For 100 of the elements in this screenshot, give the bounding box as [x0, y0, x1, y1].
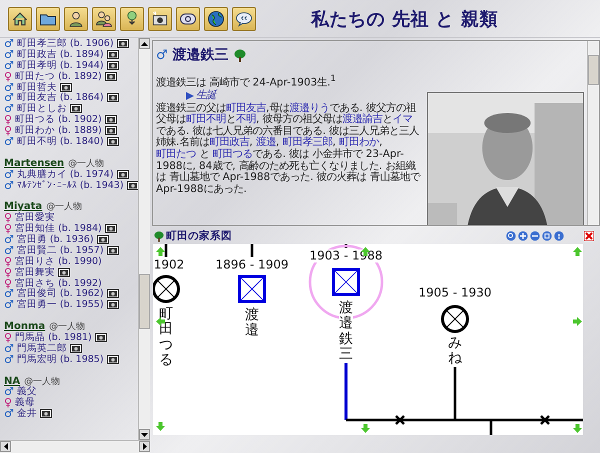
person-link[interactable]: 宮田賢二 (b. 1957): [16, 244, 104, 257]
search-icon[interactable]: [506, 231, 516, 241]
person-link[interactable]: 金井: [16, 407, 37, 420]
surname-link[interactable]: NA: [4, 376, 20, 387]
scrollbar-thumb[interactable]: [139, 274, 150, 329]
scrollbar-thumb[interactable]: [588, 55, 599, 85]
person-link[interactable]: 町田孝三郎: [282, 136, 333, 148]
person-link[interactable]: 町田政吉: [209, 136, 250, 148]
male-node[interactable]: [238, 275, 266, 303]
camera-icon[interactable]: [96, 234, 109, 244]
camera-icon[interactable]: [106, 300, 119, 310]
camera-icon[interactable]: [116, 170, 129, 179]
up-arrow-icon[interactable]: [141, 42, 148, 46]
person-link[interactable]: 町田政吉 (b. 1894): [16, 48, 104, 61]
camera-icon[interactable]: [116, 38, 129, 48]
close-icon[interactable]: [584, 231, 594, 241]
person-link[interactable]: 宮田勇 (b. 1936): [16, 232, 94, 246]
person-link[interactable]: 宮田俊司 (b. 1962): [16, 287, 104, 300]
camera-icon[interactable]: [58, 268, 70, 277]
camera-icon[interactable]: [104, 115, 117, 124]
person-link[interactable]: 渡邉: [256, 136, 276, 148]
person-link[interactable]: 不明: [236, 113, 256, 126]
gender-symbol: ♀: [4, 70, 12, 82]
person-link[interactable]: 町田としお: [16, 102, 67, 116]
person-link[interactable]: 門馬宏明 (b. 1985): [16, 352, 104, 366]
right-arrow-icon[interactable]: [142, 443, 146, 450]
surname-link[interactable]: Martensen: [4, 158, 64, 169]
person-link[interactable]: 町田友吉 (b. 1864): [16, 91, 104, 104]
person-link[interactable]: 町田たつ: [156, 148, 196, 160]
female-node[interactable]: [153, 274, 181, 304]
scrollbar[interactable]: [587, 41, 599, 225]
person-link[interactable]: 宮田りさ (b. 1990): [15, 254, 102, 268]
camera-icon[interactable]: [126, 180, 138, 190]
camera-icon[interactable]: [106, 60, 119, 70]
person-link[interactable]: 町田孝三郎 (b. 1906): [16, 38, 114, 50]
person-link[interactable]: 町田不明: [186, 113, 226, 126]
female-node[interactable]: [440, 304, 470, 334]
camera-icon[interactable]: [106, 246, 119, 255]
camera-button[interactable]: [148, 6, 172, 30]
tree-icon[interactable]: [234, 48, 246, 62]
camera-icon[interactable]: [104, 126, 117, 136]
person-name[interactable]: 渡邉鉄三: [339, 301, 353, 363]
globe-button[interactable]: [204, 6, 228, 30]
camera-icon[interactable]: [106, 93, 119, 102]
home-button[interactable]: [8, 6, 32, 30]
person-count: @一人物: [24, 376, 60, 387]
camera-icon[interactable]: [106, 354, 119, 364]
person-link[interactable]: 門馬英二郎: [16, 342, 67, 355]
person-link[interactable]: 町田不明 (b. 1840): [16, 134, 104, 148]
person-link[interactable]: 宮田知佳 (b. 1984): [15, 222, 102, 236]
family-button[interactable]: [92, 6, 116, 30]
person-link[interactable]: 渡邉諭吉: [342, 113, 383, 126]
camera-icon[interactable]: [70, 104, 82, 114]
person-name[interactable]: みね: [448, 336, 462, 367]
camera-icon[interactable]: [104, 224, 117, 234]
person-link[interactable]: 町田つる (b. 1902): [15, 113, 102, 126]
person-link[interactable]: 宮田愛実: [15, 211, 56, 224]
down-arrow-icon[interactable]: [141, 432, 148, 436]
person-link[interactable]: 町田わか (b. 1889): [15, 124, 102, 138]
person-link[interactable]: 渡邉りう: [289, 102, 330, 114]
person-link[interactable]: 丸典膳カイ (b. 1974): [16, 168, 114, 181]
person-button[interactable]: [64, 6, 88, 30]
camera-icon[interactable]: [60, 82, 72, 92]
person-link[interactable]: 義父: [16, 385, 37, 398]
surname-link[interactable]: Miyata: [4, 201, 42, 212]
help-icon[interactable]: [554, 231, 564, 241]
person-link[interactable]: 町田たつ (b. 1892): [15, 70, 102, 83]
email-button[interactable]: [176, 6, 200, 30]
person-link[interactable]: ﾏﾙﾃﾝｾﾞﾝ･ﾆｰﾙｽ (b. 1943): [16, 180, 124, 191]
surname-link[interactable]: Monma: [4, 321, 46, 332]
camera-icon[interactable]: [106, 50, 119, 59]
zoom-reset-icon[interactable]: [542, 231, 552, 241]
camera-icon[interactable]: [70, 344, 82, 353]
camera-icon[interactable]: [40, 409, 52, 418]
tree-export-button[interactable]: [120, 6, 144, 30]
person-link[interactable]: イマ: [392, 113, 413, 126]
person-link[interactable]: 町田わか: [339, 136, 380, 148]
camera-icon[interactable]: [106, 136, 119, 146]
person-link[interactable]: 町田孝明 (b. 1944): [16, 58, 104, 72]
folder-button[interactable]: [36, 6, 60, 30]
gender-symbol: ♀: [4, 223, 12, 234]
left-arrow-icon[interactable]: [4, 443, 8, 450]
section-link[interactable]: 生誕: [196, 90, 216, 102]
zoom-out-icon[interactable]: [530, 231, 540, 241]
person-link[interactable]: 宮田舞実: [15, 266, 56, 279]
camera-icon[interactable]: [94, 332, 107, 342]
person-link[interactable]: 宮田勇一 (b. 1955): [16, 298, 104, 312]
male-node[interactable]: [332, 268, 360, 296]
person-link[interactable]: 町田つる: [212, 148, 253, 160]
person-link[interactable]: 門馬晶 (b. 1981): [15, 331, 92, 344]
gender-symbol: ♂: [4, 168, 14, 180]
camera-icon[interactable]: [106, 289, 119, 298]
scrollbar[interactable]: [0, 440, 150, 453]
zoom-in-icon[interactable]: [518, 231, 528, 241]
camera-icon[interactable]: [104, 72, 117, 81]
gender-symbol: ♂: [4, 38, 14, 49]
chat-button[interactable]: [232, 6, 256, 30]
person-link[interactable]: 義母: [15, 396, 36, 410]
person-link[interactable]: 町田哲夫: [16, 80, 57, 94]
person-link[interactable]: 町田友吉: [226, 102, 266, 114]
